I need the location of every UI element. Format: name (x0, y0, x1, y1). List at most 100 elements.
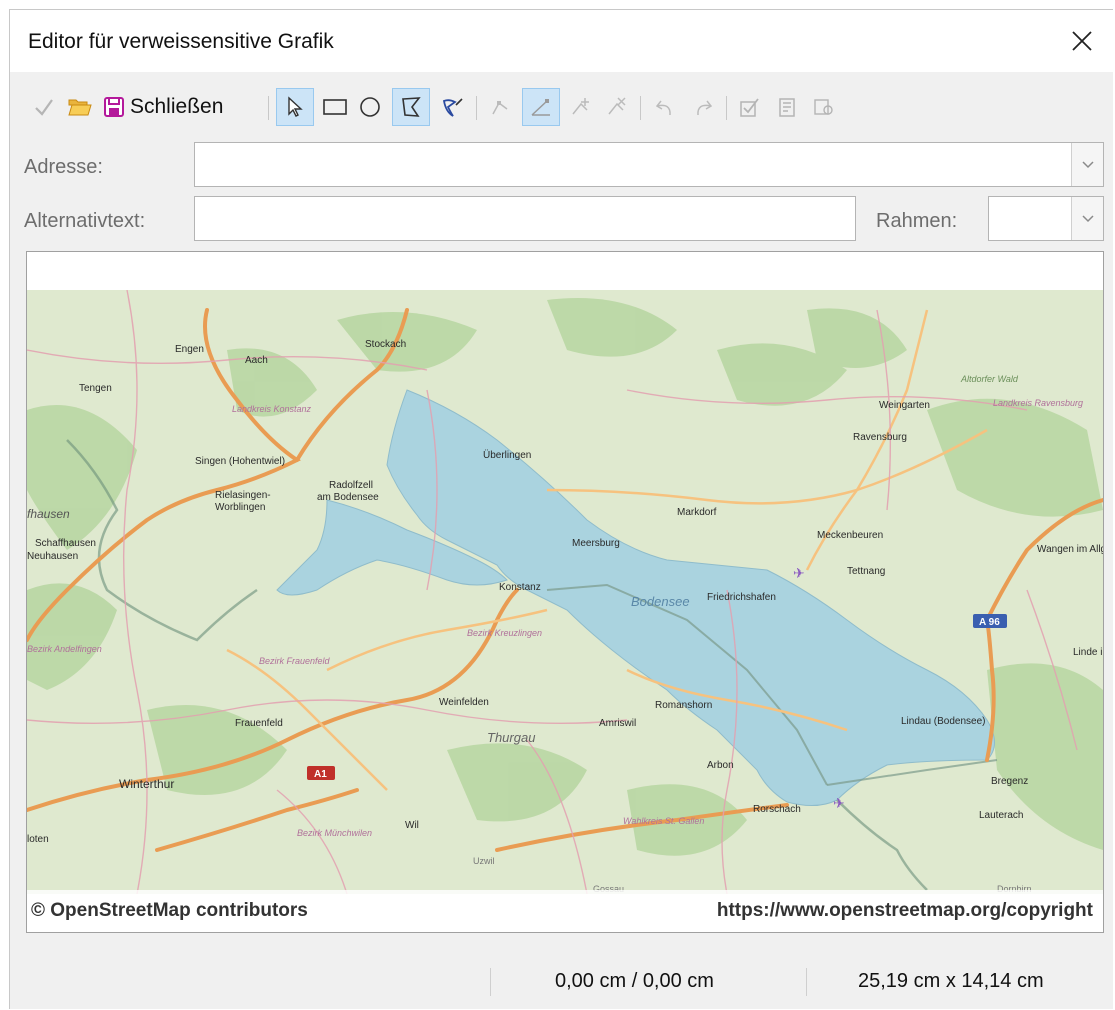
toolbar: Schließen (10, 82, 1113, 134)
undo-button[interactable] (648, 88, 682, 126)
map-label: Lauterach (979, 810, 1023, 821)
active-button[interactable] (732, 88, 766, 126)
status-position: 0,00 cm / 0,00 cm (555, 970, 714, 992)
map-graphic: Engen Aach Stockach Tengen Landkreis Kon… (27, 290, 1103, 894)
status-separator (806, 968, 807, 996)
map-label: Engen (175, 344, 204, 355)
address-combobox[interactable] (194, 142, 1104, 187)
address-label: Adresse: (24, 156, 103, 178)
freeform-polygon-icon (442, 98, 463, 117)
status-bar: 0,00 cm / 0,00 cm 25,19 cm x 14,14 cm (10, 950, 1113, 1010)
map-label: Wangen im Allgäu (1037, 544, 1103, 555)
airport-icon: ✈ (833, 795, 845, 811)
attribution-left: © OpenStreetMap contributors (31, 900, 308, 921)
close-label: Schließen (130, 95, 224, 118)
macro-icon (779, 98, 795, 117)
properties-button[interactable] (806, 88, 840, 126)
map-attribution: © OpenStreetMap contributors https://www… (27, 890, 1103, 932)
save-close-button[interactable]: Schließen (102, 88, 252, 126)
toolbar-separator (476, 96, 477, 120)
map-label: Singen (Hohentwiel) (195, 456, 285, 467)
map-label: Rorschach (753, 804, 801, 815)
image-map-editor-window: Editor für verweissensitive Grafik Schli… (9, 9, 1113, 1009)
attribution-right: https://www.openstreetmap.org/copyright (716, 900, 1093, 921)
map-label: Tettnang (847, 566, 885, 577)
frame-combobox[interactable] (988, 196, 1104, 241)
delete-points-icon (608, 97, 626, 115)
map-label: Markdorf (677, 507, 717, 518)
rectangle-tool-button[interactable] (318, 88, 352, 126)
map-label: Überlingen (483, 449, 531, 461)
redo-button[interactable] (686, 88, 720, 126)
freeform-polygon-tool-button[interactable] (436, 88, 470, 126)
map-label: A1 (314, 769, 327, 780)
active-icon (740, 98, 759, 117)
ellipse-icon (360, 97, 380, 117)
map-label: Bezirk Kreuzlingen (467, 628, 542, 638)
properties-icon (814, 99, 833, 115)
map-label: fhausen (27, 507, 70, 521)
move-points-button[interactable] (522, 88, 560, 126)
move-points-icon (531, 99, 550, 116)
map-label: Bezirk Münchwilen (297, 828, 372, 838)
select-icon (288, 96, 303, 117)
airport-icon: ✈ (793, 565, 805, 581)
map-label: Arbon (707, 760, 734, 771)
map-label: loten (27, 834, 49, 845)
save-icon (104, 97, 124, 117)
chevron-down-icon (1081, 214, 1094, 222)
map-label: am Bodensee (317, 492, 379, 503)
image-map-canvas[interactable]: Engen Aach Stockach Tengen Landkreis Kon… (26, 251, 1104, 933)
edit-points-button[interactable] (484, 88, 518, 126)
map-label: Bezirk Frauenfeld (259, 656, 331, 666)
edit-points-icon (492, 101, 508, 115)
window-title: Editor für verweissensitive Grafik (28, 30, 334, 53)
map-label: Radolfzell (329, 480, 373, 491)
map-label: Meckenbeuren (817, 530, 883, 541)
map-label: Schaffhausen (35, 538, 96, 549)
map-label: Tengen (79, 383, 112, 394)
map-label: Wahlkreis St. Gallen (623, 816, 704, 826)
undo-icon (655, 100, 671, 116)
map-label: Wil (405, 820, 419, 831)
insert-points-button[interactable] (564, 88, 598, 126)
map-label: Uzwil (473, 856, 495, 866)
map-label: Meersburg (572, 538, 620, 549)
toolbar-separator (640, 96, 641, 120)
apply-icon (35, 99, 53, 116)
map-label: Konstanz (499, 582, 541, 593)
macro-button[interactable] (770, 88, 804, 126)
chevron-down-icon (1081, 160, 1094, 168)
map-label: Bregenz (991, 776, 1028, 787)
map-label: Thurgau (487, 730, 535, 745)
polygon-tool-button[interactable] (392, 88, 430, 126)
title-bar: Editor für verweissensitive Grafik (10, 10, 1113, 72)
rectangle-icon (323, 99, 347, 115)
map-label: Bezirk Andelfingen (27, 644, 102, 654)
close-icon (1072, 31, 1092, 51)
map-label: Altdorfer Wald (960, 374, 1019, 384)
map-image: Engen Aach Stockach Tengen Landkreis Kon… (27, 290, 1103, 894)
map-label: Ravensburg (853, 432, 907, 443)
redo-icon (697, 100, 713, 116)
address-dropdown-button[interactable] (1071, 143, 1103, 186)
map-label: Winterthur (119, 777, 174, 791)
alt-text-input[interactable] (194, 196, 856, 241)
close-window-button[interactable] (1065, 24, 1099, 58)
toolbar-separator (726, 96, 727, 120)
frame-dropdown-button[interactable] (1071, 197, 1103, 240)
map-label: Landkreis Ravensburg (993, 398, 1083, 408)
map-label: Frauenfeld (235, 718, 283, 729)
map-label: Stockach (365, 339, 406, 350)
insert-points-icon (572, 98, 589, 115)
map-label: Romanshorn (655, 700, 712, 711)
open-button[interactable] (64, 88, 96, 126)
open-icon (68, 99, 92, 116)
ellipse-tool-button[interactable] (354, 88, 386, 126)
map-label: Worblingen (215, 502, 265, 513)
delete-points-button[interactable] (600, 88, 634, 126)
alt-text-label: Alternativtext: (24, 210, 146, 232)
map-label: Weinfelden (439, 697, 489, 708)
select-tool-button[interactable] (276, 88, 314, 126)
apply-button[interactable] (28, 88, 60, 126)
